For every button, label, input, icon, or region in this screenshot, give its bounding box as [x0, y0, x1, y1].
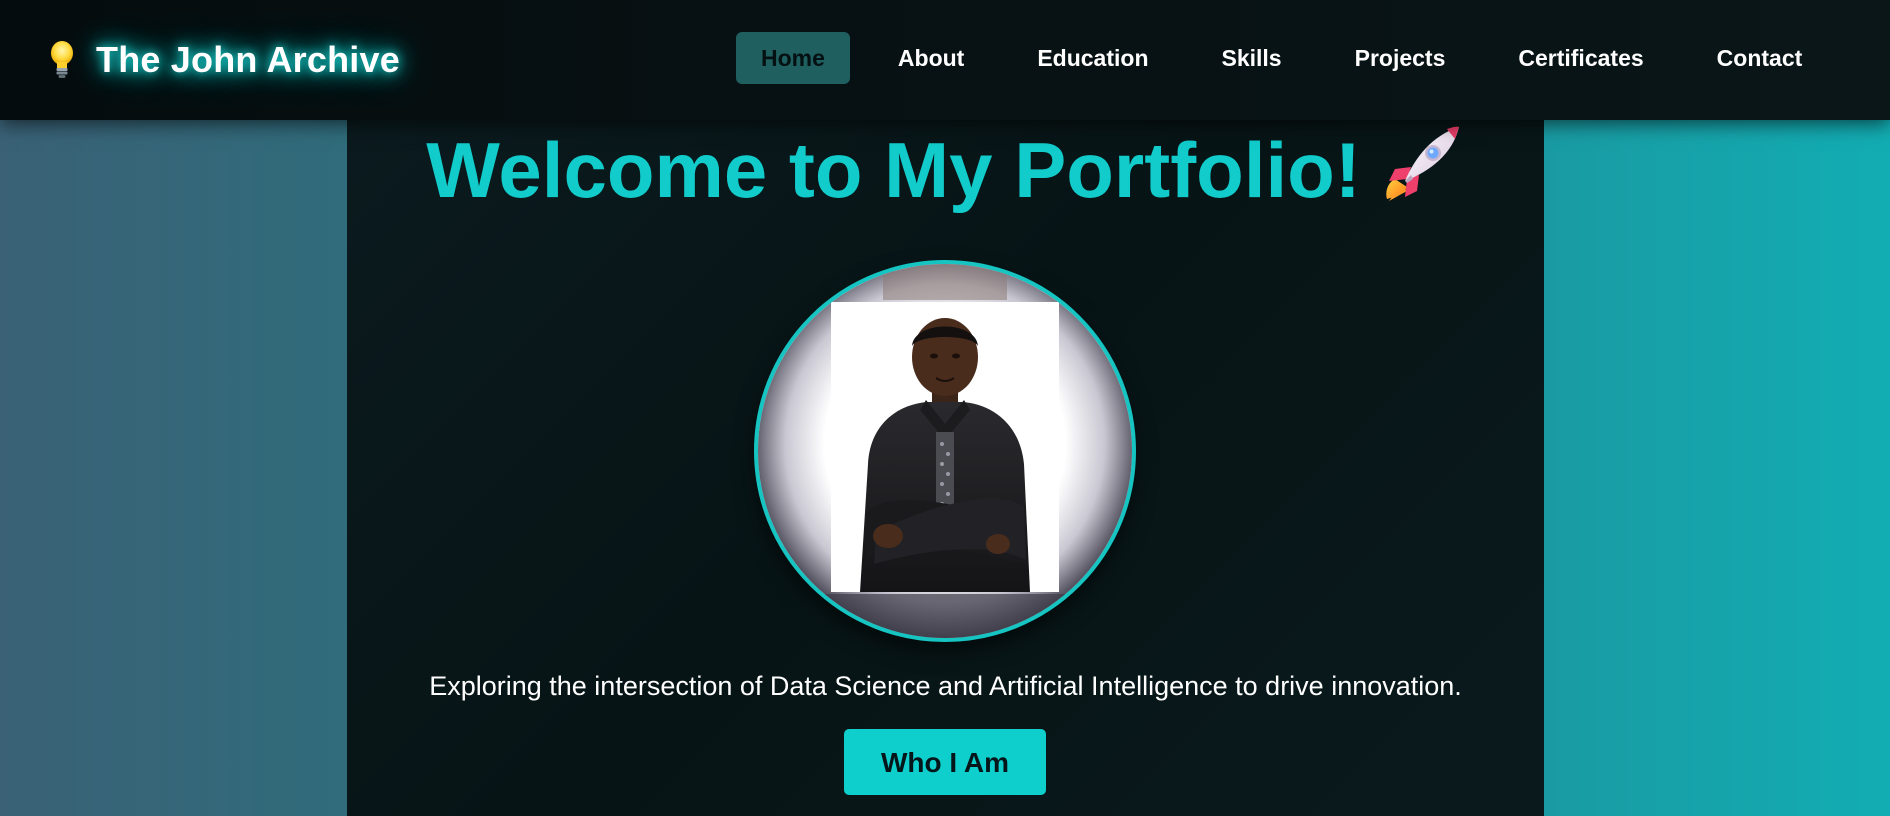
nav-item-contact[interactable]: Contact	[1692, 32, 1828, 84]
brand[interactable]: The John Archive	[50, 38, 400, 82]
main-nav: Home About Education Skills Projects Cer…	[736, 32, 1850, 84]
nav-item-education[interactable]: Education	[1012, 32, 1173, 84]
nav-item-skills[interactable]: Skills	[1197, 32, 1307, 84]
lightbulb-icon	[50, 40, 74, 80]
nav-item-home[interactable]: Home	[736, 32, 850, 84]
who-i-am-button[interactable]: Who I Am	[844, 729, 1046, 795]
hero-title-text: Welcome to My Portfolio!	[426, 126, 1361, 214]
hero-title: Welcome to My Portfolio!	[347, 120, 1544, 220]
nav-item-projects[interactable]: Projects	[1330, 32, 1471, 84]
hero-tagline: Exploring the intersection of Data Scien…	[429, 671, 1462, 701]
profile-avatar	[754, 260, 1136, 642]
site-header: The John Archive Home About Education Sk…	[0, 0, 1890, 120]
nav-item-about[interactable]: About	[873, 32, 989, 84]
hero-section: Welcome to My Portfolio! Exploring the i…	[347, 0, 1544, 816]
rocket-icon	[1381, 121, 1465, 205]
site-title: The John Archive	[96, 39, 400, 80]
nav-item-certificates[interactable]: Certificates	[1493, 32, 1668, 84]
